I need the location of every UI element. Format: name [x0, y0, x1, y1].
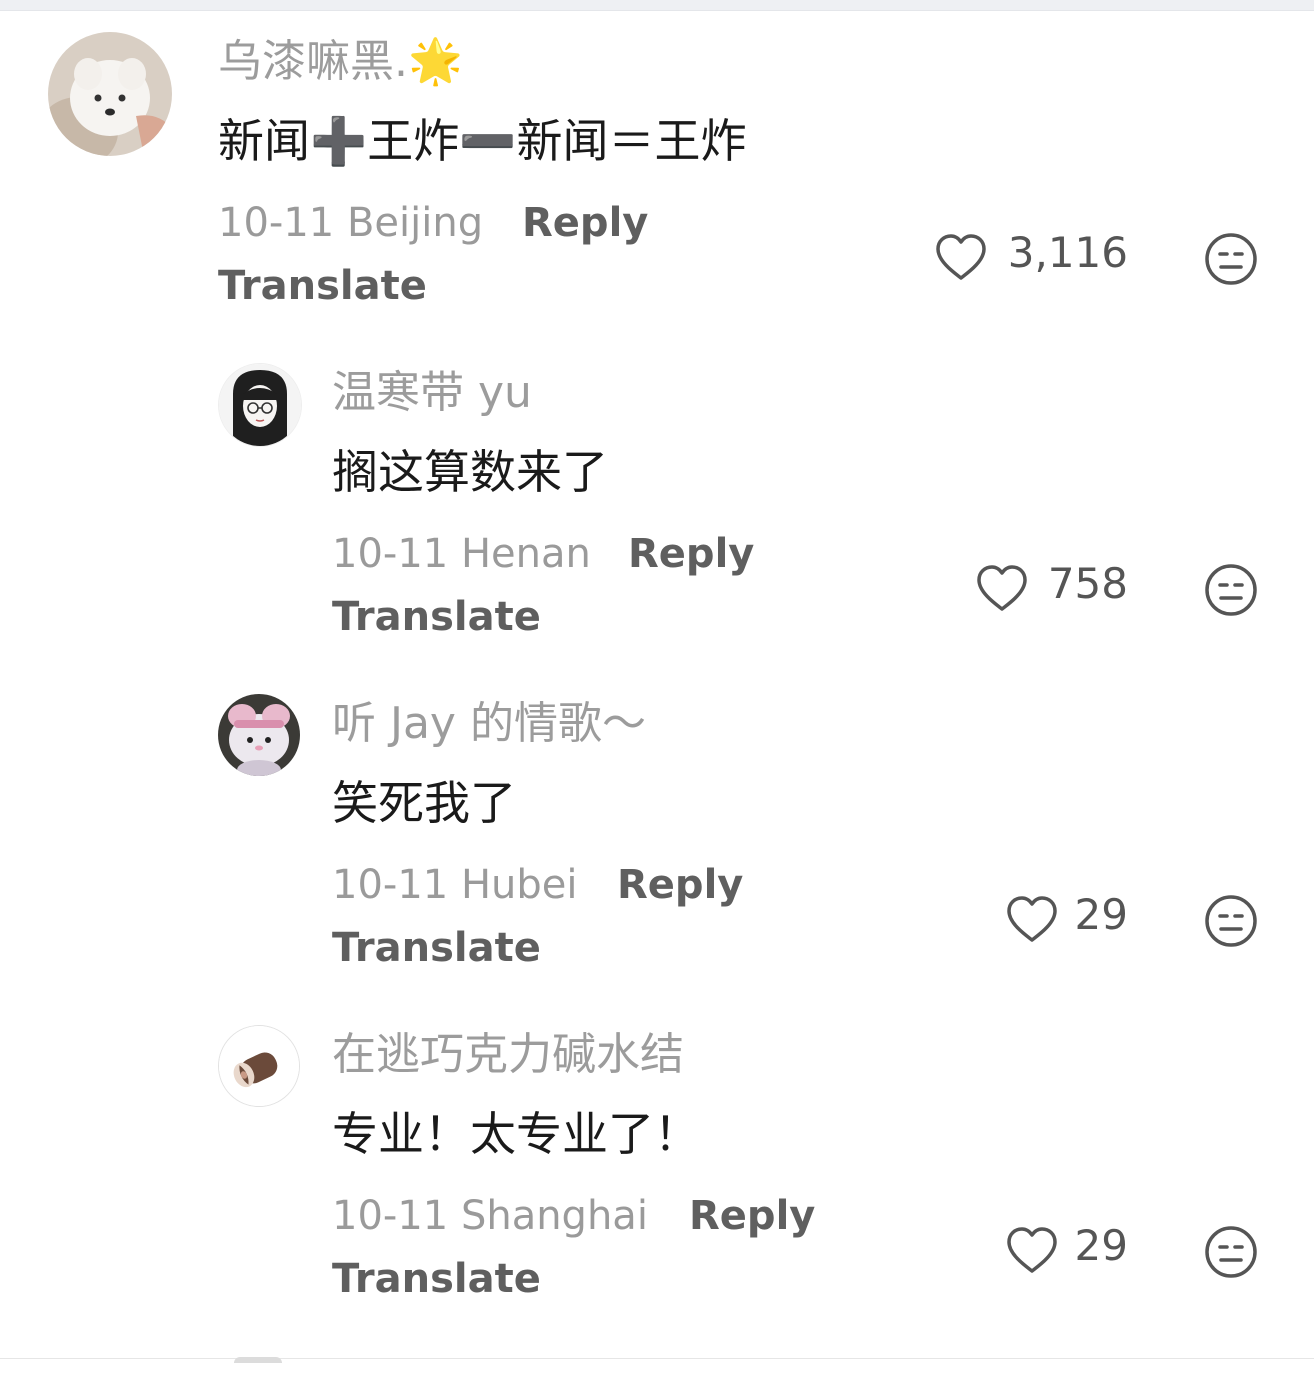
like-button[interactable]: 29 [1005, 1225, 1128, 1279]
avatar[interactable] [218, 694, 300, 776]
like-count: 29 [1074, 1221, 1128, 1270]
comment-text: 搁这算数来了 [332, 445, 608, 499]
dislike-button[interactable] [1203, 231, 1259, 287]
reply-button[interactable]: Reply [522, 203, 648, 243]
avatar[interactable] [218, 1025, 300, 1107]
neutral-face-icon [1205, 1226, 1257, 1278]
comment-meta: 10-11 Shanghai [332, 1196, 648, 1236]
comment-location: Hubei [460, 862, 578, 908]
avatar[interactable] [234, 1357, 282, 1363]
comment-date: 10-11 [332, 1193, 449, 1239]
comment-text: 新闻➕王炸➖新闻＝王炸 [218, 114, 747, 168]
dislike-button[interactable] [1203, 893, 1259, 949]
neutral-face-icon [1205, 233, 1257, 285]
comment-location: Beijing [346, 200, 484, 246]
comment-date: 10-11 [218, 200, 335, 246]
dislike-button[interactable] [1203, 1224, 1259, 1280]
neutral-face-icon [1205, 564, 1257, 616]
comment-username[interactable]: 温寒带 yu [332, 371, 532, 415]
reply-button[interactable]: Reply [628, 534, 754, 574]
comment-meta: 10-11 Henan [332, 534, 591, 574]
heart-outline-icon [936, 234, 986, 280]
like-button[interactable]: 3,116 [934, 232, 1128, 286]
heart-outline-icon [977, 565, 1027, 611]
comment-username[interactable]: 听 Jay 的情歌～ [332, 702, 646, 746]
like-button[interactable]: 758 [975, 563, 1128, 617]
dislike-button[interactable] [1203, 562, 1259, 618]
bottom-divider [0, 1358, 1314, 1359]
comment-text: 笑死我了 [332, 776, 516, 830]
comment-location: Shanghai [460, 1193, 648, 1239]
reply-button[interactable]: Reply [617, 865, 743, 905]
comment-meta: 10-11 Beijing [218, 203, 483, 243]
like-button[interactable]: 29 [1005, 894, 1128, 948]
comment-date: 10-11 [332, 862, 449, 908]
like-count: 758 [1047, 559, 1128, 608]
avatar[interactable] [48, 32, 172, 156]
comment-meta: 10-11 Hubei [332, 865, 578, 905]
translate-button[interactable]: Translate [332, 597, 541, 637]
comment-username[interactable]: 在逃巧克力碱水结 [332, 1033, 684, 1077]
translate-button[interactable]: Translate [332, 1259, 541, 1299]
translate-button[interactable]: Translate [332, 928, 541, 968]
comment-location: Henan [460, 531, 591, 577]
translate-button[interactable]: Translate [218, 266, 427, 306]
like-count: 3,116 [1007, 228, 1128, 277]
heart-outline-icon [1007, 1227, 1057, 1273]
top-divider [0, 0, 1314, 11]
avatar[interactable] [218, 363, 302, 447]
reply-button[interactable]: Reply [689, 1196, 815, 1236]
comment-text: 专业！太专业了！ [332, 1107, 700, 1161]
comment-date: 10-11 [332, 531, 449, 577]
neutral-face-icon [1205, 895, 1257, 947]
heart-outline-icon [1007, 896, 1057, 942]
like-count: 29 [1074, 890, 1128, 939]
comment-username[interactable]: 乌漆嘛黑.🌟 [218, 40, 463, 84]
